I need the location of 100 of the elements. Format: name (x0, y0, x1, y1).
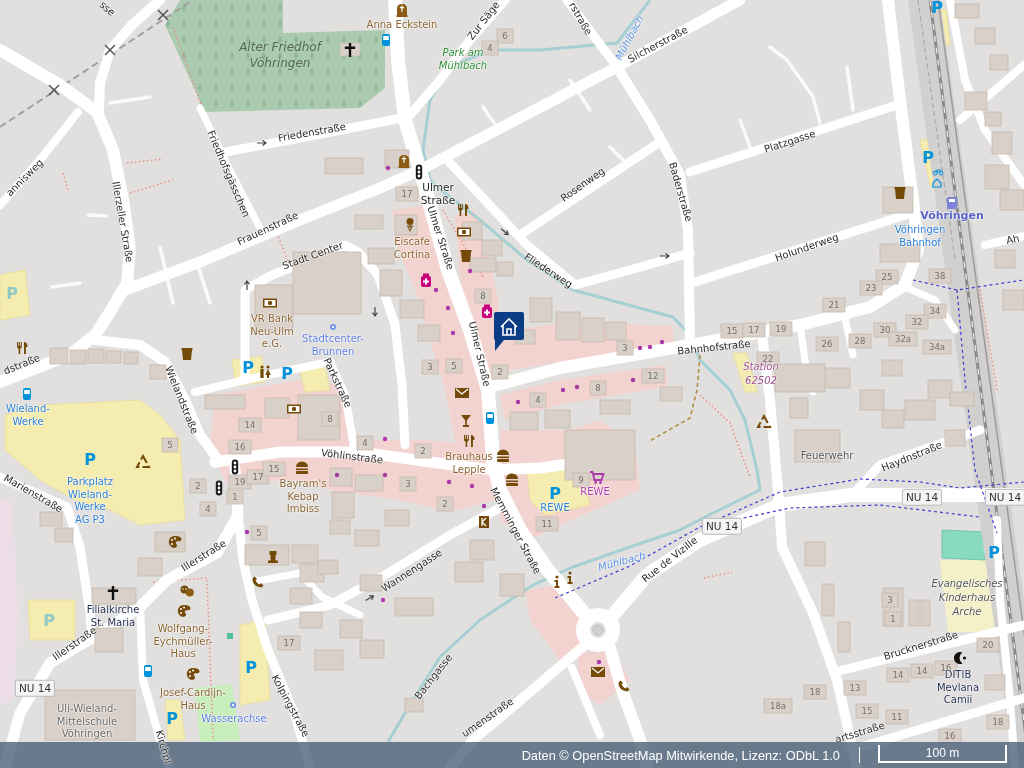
house-number: 15 (268, 462, 280, 476)
building (923, 303, 947, 319)
building (329, 467, 353, 487)
fork-knife-icon (458, 204, 469, 216)
building (821, 583, 835, 617)
banknote-icon (263, 298, 277, 308)
cocktail-glass-icon (461, 415, 471, 427)
footpath (703, 571, 733, 579)
route-shield: NU 14 (984, 488, 1024, 506)
building (1002, 289, 1024, 311)
shop-dot-icon (637, 345, 643, 351)
building (414, 443, 432, 459)
service-road (158, 245, 175, 305)
building (991, 131, 1013, 155)
building (491, 364, 509, 380)
building (905, 314, 929, 330)
transport-label: Parkplatz Wieland- Werke AG P3 (67, 476, 113, 526)
building (262, 461, 286, 477)
footpath (62, 172, 69, 191)
cemetery-label: Alter Friedhof Vöhringen (239, 39, 321, 71)
building (881, 359, 903, 377)
cross-icon (344, 43, 356, 57)
building (417, 324, 441, 342)
palette-icon (186, 668, 200, 680)
building (964, 91, 988, 111)
building (314, 649, 344, 671)
arrow-icon (659, 252, 671, 260)
roundabout (576, 608, 620, 652)
building (394, 214, 418, 236)
building (859, 280, 883, 296)
fork-knife-icon (464, 435, 475, 447)
cross-mark-icon (104, 44, 116, 56)
house-number: 30 (879, 323, 891, 337)
envelope-icon (591, 667, 605, 677)
house-number: 13 (849, 681, 861, 695)
route-shield: NU 14 (14, 679, 56, 697)
building (481, 239, 503, 257)
building (379, 269, 403, 297)
fountain-icon (230, 702, 236, 708)
bus-icon (23, 388, 31, 400)
place-label: Brauhaus Lepple (445, 450, 493, 476)
monument-icon (268, 551, 278, 563)
house-number: 14 (916, 664, 928, 678)
shop-dot-icon (380, 597, 386, 603)
house-number: 2 (420, 444, 426, 458)
building (404, 697, 424, 713)
envelope-icon (455, 388, 469, 398)
house-number: 34a (929, 340, 945, 354)
house-number: 12 (647, 369, 659, 383)
phone-icon (252, 576, 264, 588)
building (848, 333, 872, 349)
building (324, 157, 364, 175)
place-label: Eiscafe Cortina (393, 235, 431, 261)
toilets-icon (260, 365, 271, 378)
transport-label: Vöhringen Bahnhof (894, 223, 946, 249)
cross-icon (107, 586, 119, 600)
parking-area (0, 269, 31, 321)
parking-symbol: P (931, 0, 943, 16)
shop-dot-icon (469, 483, 475, 489)
building (264, 397, 291, 419)
house-number: 8 (327, 412, 333, 426)
house-number: 4 (205, 502, 211, 516)
bus-icon (144, 665, 152, 677)
traffic-light-icon (231, 459, 239, 475)
fountain-icon (330, 324, 336, 330)
kindergarten-label: Evangelisches Kinderhaus Arche (931, 577, 1003, 619)
bus-icon (382, 34, 390, 46)
home-pin-icon[interactable] (494, 312, 524, 351)
house-number: 28 (854, 334, 866, 348)
park-label: Park am Mühlbach (438, 46, 488, 72)
house-number: 18 (809, 685, 821, 699)
parking-symbol: P (549, 486, 561, 502)
building (54, 527, 74, 543)
sports-pitch (941, 529, 986, 561)
shop-dot-icon (659, 339, 665, 345)
place-label: VR Bank Neu-Ulm e.G. (250, 313, 294, 351)
building (886, 667, 910, 683)
gravestone-icon (398, 155, 410, 168)
drinking-glass-icon (460, 250, 472, 262)
building (954, 3, 980, 19)
arrow-icon (371, 306, 379, 318)
building (91, 587, 137, 605)
place-label: Josef-Cardijn- Haus (160, 686, 226, 712)
building (984, 164, 1010, 190)
house-number: 38 (934, 269, 946, 283)
building (763, 698, 793, 714)
banknote-icon (287, 404, 301, 414)
house-number: 18a (770, 699, 786, 713)
building (499, 573, 525, 597)
parking-symbol: P (922, 150, 934, 166)
stop-label: Ulmer Straße (420, 180, 456, 206)
shop-label: REWE (580, 485, 610, 499)
arrow-icon (243, 279, 251, 291)
building (974, 27, 996, 45)
building (927, 379, 953, 399)
service-road (50, 281, 82, 289)
service-road (568, 78, 592, 112)
building (859, 389, 885, 411)
house-number: 15 (726, 324, 738, 338)
building (356, 435, 374, 451)
